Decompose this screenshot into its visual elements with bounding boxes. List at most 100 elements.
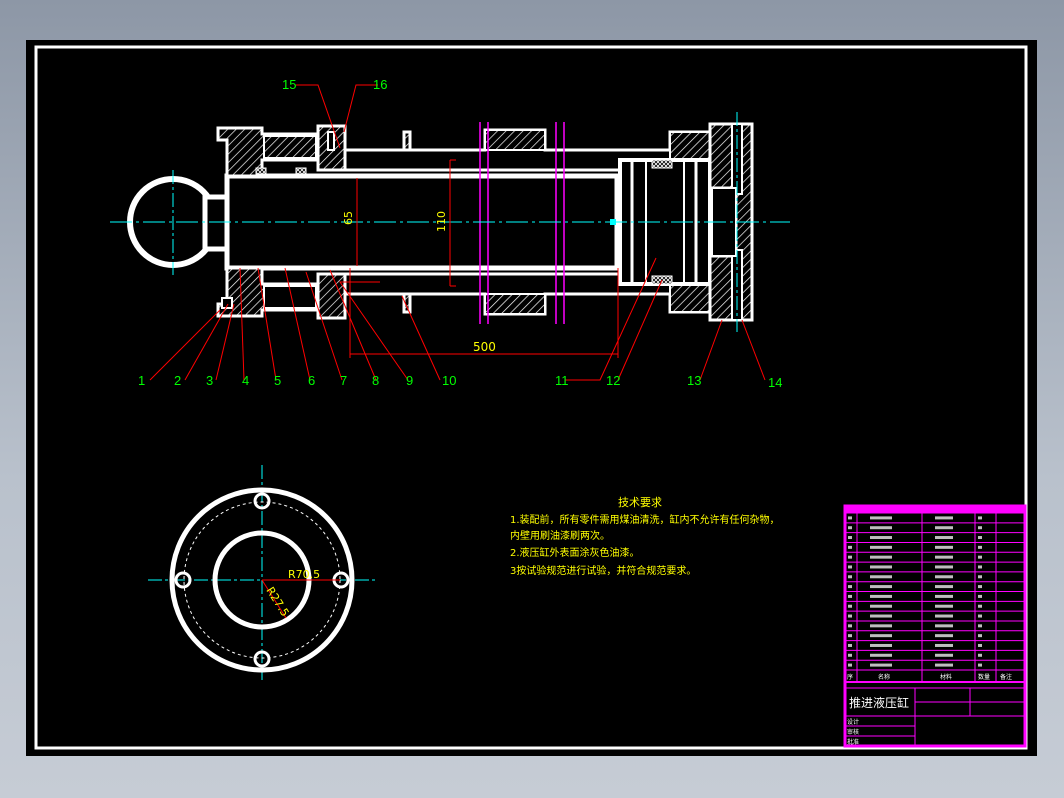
bom-cell-mark [935,594,953,598]
rod-diameter-dim: 65 [342,211,355,225]
bom-cell-mark [935,565,953,569]
bom-cell-mark [848,526,852,530]
bom-cell-mark [935,575,953,579]
trunnion-top [484,129,546,151]
bom-cell-mark [935,585,953,589]
bom-cell-mark [870,653,892,657]
bom-cell-mark [848,585,852,589]
bom-cell-mark [848,536,852,540]
bom-cell-mark [978,555,982,559]
bom-cell-mark [935,604,953,608]
bom-cell-mark [978,634,982,638]
tech-req-line-4: 3按试验规范进行试验，并符合规范要求。 [510,564,696,577]
callout-7: 7 [340,373,347,388]
callout-15: 15 [282,77,296,92]
bom-cell-mark [935,516,953,520]
bom-cell-mark [935,526,953,530]
bom-cell-mark [935,653,953,657]
trunnion-bottom [484,293,546,315]
bom-cell-mark [848,555,852,559]
bom-cell-mark [870,565,892,569]
bom-cell-mark [848,624,852,628]
drawing-title: 推进液压缸 [849,695,909,710]
piston-seal-top [651,159,673,169]
bom-cell-mark [978,614,982,618]
bom-cell-mark [978,545,982,549]
cad-viewport: 65 110 500 1 2 3 4 5 6 7 8 9 10 11 12 13… [26,40,1037,756]
callout-1: 1 [138,373,145,388]
callout-3: 3 [206,373,213,388]
meta-approver: 批准 [847,738,859,746]
bom-cell-mark [978,624,982,628]
callout-10: 10 [442,373,456,388]
bom-header-qty: 数量 [978,673,990,681]
bom-cell-mark [870,663,892,667]
bom-cell-mark [978,575,982,579]
tech-req-line-2: 内壁用刷油漆刷两次。 [510,529,610,542]
tech-req-line-3: 2.液压缸外表面涂灰色油漆。 [510,546,640,559]
callout-2: 2 [174,373,181,388]
callout-13: 13 [687,373,701,388]
bom-cell-mark [978,653,982,657]
bom-cell-mark [870,624,892,628]
bom-cell-mark [870,526,892,530]
bom-cell-mark [848,516,852,520]
bom-cell-mark [935,614,953,618]
bom-cell-mark [978,643,982,647]
bom-cell-mark [935,634,953,638]
callout-9: 9 [406,373,413,388]
bom-cell-mark [978,604,982,608]
bom-cell-mark [870,614,892,618]
bom-cell-mark [848,575,852,579]
callout-14: 14 [768,375,782,390]
bom-cell-mark [935,643,953,647]
bom-cell-mark [978,536,982,540]
bom-cell-mark [978,663,982,667]
stroke-length-dim: 500 [473,340,496,354]
bom-cell-mark [848,663,852,667]
bom-cell-mark [978,526,982,530]
meta-reviewer: 审核 [847,728,859,736]
bom-header-material: 材料 [940,673,952,681]
bom-cell-mark [935,536,953,540]
bom-cell-mark [848,643,852,647]
meta-designer: 设计 [847,718,859,726]
bom-cell-mark [848,545,852,549]
bolt-circle-dim: R70.5 [288,568,320,581]
bore-diameter-dim: 110 [435,211,448,232]
bom-cell-mark [870,594,892,598]
callout-16: 16 [373,77,387,92]
bom-cell-mark [870,555,892,559]
bom-cell-mark [870,575,892,579]
bom-header-no: 序 [847,673,853,681]
bom-cell-mark [978,585,982,589]
bom-cell-mark [848,653,852,657]
bom-cell-mark [848,614,852,618]
tech-req-title: 技术要求 [618,496,662,509]
bom-cell-mark [848,634,852,638]
bom-cell-mark [935,555,953,559]
bom-cell-mark [848,594,852,598]
bom-header-note: 备注 [1000,673,1012,681]
bom-cell-mark [870,536,892,540]
bom-cell-mark [978,565,982,569]
bom-cell-mark [870,643,892,647]
bom-cell-mark [978,516,982,520]
rod-neck [202,194,230,252]
bom-cell-mark [978,594,982,598]
callout-12: 12 [606,373,620,388]
title-block: 序 名称 材料 数量 备注 推进液压缸 设计 审核 批准 [843,504,1027,748]
bom-cell-mark [935,545,953,549]
bom-cell-mark [870,585,892,589]
callout-6: 6 [308,373,315,388]
bom-cell-mark [870,516,892,520]
gland-insert-top [263,135,317,159]
callout-4: 4 [242,373,249,388]
bom-header-name: 名称 [878,673,890,681]
bom-cell-mark [870,634,892,638]
bom-cell-mark [935,663,953,667]
bom-cell-mark [848,565,852,569]
bom-cell-mark [848,604,852,608]
callout-5: 5 [274,373,281,388]
bom-cell-mark [870,545,892,549]
